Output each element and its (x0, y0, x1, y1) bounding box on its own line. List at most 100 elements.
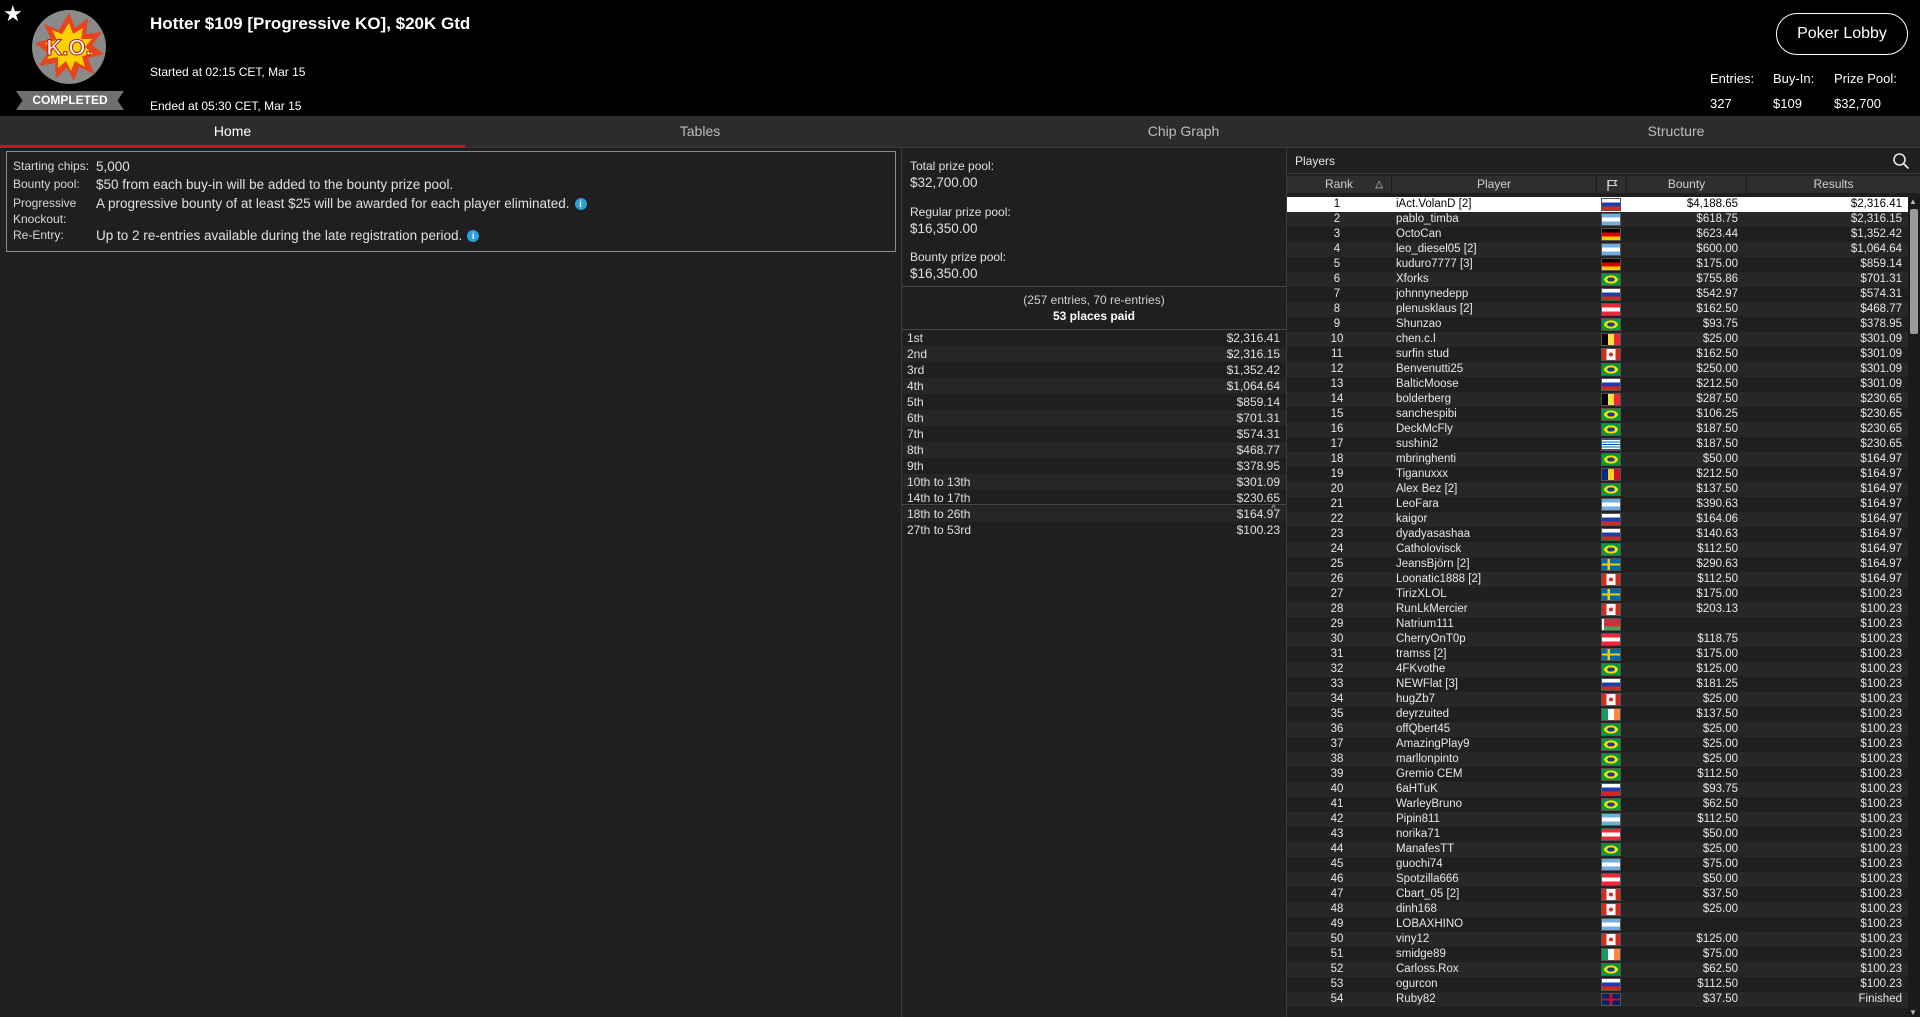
player-row[interactable]: 44 ManafesTT $25.00 $100.23 (1287, 842, 1908, 857)
player-row[interactable]: 35 deyrzuited $137.50 $100.23 (1287, 707, 1908, 722)
player-row[interactable]: 40 6aHTuK $93.75 $100.23 (1287, 782, 1908, 797)
favorite-star-icon[interactable]: ★ (3, 2, 23, 26)
player-row[interactable]: 2 pablo_timba $618.75 $2,316.15 (1287, 212, 1908, 227)
player-row[interactable]: 27 TirizXLOL $175.00 $100.23 (1287, 587, 1908, 602)
player-row[interactable]: 31 tramss [2] $175.00 $100.23 (1287, 647, 1908, 662)
player-row[interactable]: 29 Natrium111 $100.23 (1287, 617, 1908, 632)
player-row[interactable]: 12 Benvenutti25 $250.00 $301.09 (1287, 362, 1908, 377)
player-row[interactable]: 30 CherryOnT0p $118.75 $100.23 (1287, 632, 1908, 647)
player-row[interactable]: 52 Carloss.Rox $62.50 $100.23 (1287, 962, 1908, 977)
col-results[interactable]: Results (1747, 176, 1920, 193)
player-row[interactable]: 3 OctoCan $623.44 $1,352.42 (1287, 227, 1908, 242)
tab-home[interactable]: Home (0, 116, 465, 148)
player-row[interactable]: 41 WarleyBruno $62.50 $100.23 (1287, 797, 1908, 812)
player-row[interactable]: 6 Xforks $755.86 $701.31 (1287, 272, 1908, 287)
tab-chip-graph[interactable]: Chip Graph (935, 116, 1432, 148)
prize-pool-panel: Total prize pool: $32,700.00 Regular pri… (901, 148, 1287, 1017)
reentry-info-icon[interactable]: i (467, 230, 480, 242)
player-row[interactable]: 14 bolderberg $287.50 $230.65 (1287, 392, 1908, 407)
player-bounty: $212.50 (1696, 378, 1738, 390)
payout-row: 9th $378.95 (902, 458, 1286, 474)
player-rank: 37 (1330, 738, 1344, 750)
scroll-up-icon[interactable]: ▲ (1909, 197, 1917, 206)
country-flag-icon (1601, 393, 1621, 406)
search-icon[interactable] (1892, 152, 1910, 170)
col-player[interactable]: Player (1392, 176, 1597, 193)
payout-footer: ^ (902, 504, 1286, 515)
payout-place: 9th (907, 459, 924, 473)
player-row[interactable]: 21 LeoFara $390.63 $164.97 (1287, 497, 1908, 512)
player-row[interactable]: 16 DeckMcFly $187.50 $230.65 (1287, 422, 1908, 437)
player-row[interactable]: 28 RunLkMercier $203.13 $100.23 (1287, 602, 1908, 617)
player-row[interactable]: 46 Spotzilla666 $50.00 $100.23 (1287, 872, 1908, 887)
player-row[interactable]: 43 norika71 $50.00 $100.23 (1287, 827, 1908, 842)
payout-place: 5th (907, 395, 924, 409)
player-row[interactable]: 24 Catholovisck $112.50 $164.97 (1287, 542, 1908, 557)
player-bounty: $203.13 (1696, 603, 1738, 615)
player-row[interactable]: 42 Pipin811 $112.50 $100.23 (1287, 812, 1908, 827)
player-row[interactable]: 25 JeansBjörn [2] $290.63 $164.97 (1287, 557, 1908, 572)
player-row[interactable]: 50 viny12 $125.00 $100.23 (1287, 932, 1908, 947)
player-row[interactable]: 34 hugZb7 $25.00 $100.23 (1287, 692, 1908, 707)
tab-structure[interactable]: Structure (1432, 116, 1920, 148)
player-row[interactable]: 4 leo_diesel05 [2] $600.00 $1,064.64 (1287, 242, 1908, 257)
player-row[interactable]: 11 surfin stud $162.50 $301.09 (1287, 347, 1908, 362)
player-row[interactable]: 49 LOBAXHINO $100.23 (1287, 917, 1908, 932)
player-row[interactable]: 10 chen.c.l $25.00 $301.09 (1287, 332, 1908, 347)
scroll-thumb[interactable] (1910, 209, 1918, 334)
payout-amount: $2,316.15 (1226, 347, 1280, 361)
poker-lobby-button[interactable]: Poker Lobby (1776, 13, 1908, 55)
player-row[interactable]: 15 sanchespibi $106.25 $230.65 (1287, 407, 1908, 422)
player-row[interactable]: 20 Alex Bez [2] $137.50 $164.97 (1287, 482, 1908, 497)
player-row[interactable]: 54 Ruby82 $37.50 Finished (1287, 992, 1908, 1007)
player-row[interactable]: 36 offQbert45 $25.00 $100.23 (1287, 722, 1908, 737)
col-bounty[interactable]: Bounty (1627, 176, 1747, 193)
player-row[interactable]: 37 AmazingPlay9 $25.00 $100.23 (1287, 737, 1908, 752)
player-name: offQbert45 (1396, 723, 1451, 735)
player-row[interactable]: 22 kaigor $164.06 $164.97 (1287, 512, 1908, 527)
player-rank: 24 (1330, 543, 1344, 555)
player-name: dinh168 (1396, 903, 1437, 915)
player-row[interactable]: 53 ogurcon $112.50 $100.23 (1287, 977, 1908, 992)
player-row[interactable]: 9 Shunzao $93.75 $378.95 (1287, 317, 1908, 332)
player-rank: 54 (1330, 993, 1344, 1005)
player-bounty: $37.50 (1702, 993, 1738, 1005)
player-row[interactable]: 48 dinh168 $25.00 $100.23 (1287, 902, 1908, 917)
country-flag-icon (1601, 753, 1621, 766)
buyin-value: $109 (1773, 96, 1802, 111)
player-row[interactable]: 17 sushini2 $187.50 $230.65 (1287, 437, 1908, 452)
player-row[interactable]: 1 iAct.VolanD [2] $4,188.65 $2,316.41 (1287, 197, 1908, 212)
player-row[interactable]: 13 BalticMoose $212.50 $301.09 (1287, 377, 1908, 392)
player-bounty: $50.00 (1702, 453, 1738, 465)
player-row[interactable]: 23 dyadyasashaa $140.63 $164.97 (1287, 527, 1908, 542)
player-row[interactable]: 47 Cbart_05 [2] $37.50 $100.23 (1287, 887, 1908, 902)
country-flag-icon (1601, 603, 1621, 616)
scroll-down-icon[interactable]: ▼ (1909, 1008, 1917, 1017)
player-row[interactable]: 18 mbringhenti $50.00 $164.97 (1287, 452, 1908, 467)
pko-info-icon[interactable]: i (574, 198, 587, 210)
player-row[interactable]: 7 johnnynedepp $542.97 $574.31 (1287, 287, 1908, 302)
player-row[interactable]: 19 Tiganuxxx $212.50 $164.97 (1287, 467, 1908, 482)
player-row[interactable]: 32 4FKvothe $125.00 $100.23 (1287, 662, 1908, 677)
player-result: $100.23 (1860, 978, 1902, 990)
col-flag[interactable] (1597, 176, 1627, 193)
total-prize-label: Total prize pool: (910, 159, 995, 173)
payout-place: 7th (907, 427, 924, 441)
player-rank: 49 (1330, 918, 1344, 930)
col-rank[interactable]: Rank △ (1287, 176, 1392, 193)
player-row[interactable]: 39 Gremio CEM $112.50 $100.23 (1287, 767, 1908, 782)
player-row[interactable]: 33 NEWFlat [3] $181.25 $100.23 (1287, 677, 1908, 692)
collapse-chevron-icon[interactable]: ^ (1271, 504, 1276, 515)
player-row[interactable]: 51 smidge89 $75.00 $100.23 (1287, 947, 1908, 962)
player-row[interactable]: 38 marllonpinto $25.00 $100.23 (1287, 752, 1908, 767)
player-result: $100.23 (1860, 858, 1902, 870)
player-row[interactable]: 45 guochi74 $75.00 $100.23 (1287, 857, 1908, 872)
player-row[interactable]: 5 kuduro7777 [3] $175.00 $859.14 (1287, 257, 1908, 272)
players-scrollbar[interactable]: ▲ ▼ (1908, 197, 1920, 1017)
player-bounty: $25.00 (1702, 333, 1738, 345)
player-rank: 36 (1330, 723, 1344, 735)
player-result: $301.09 (1860, 378, 1902, 390)
tab-tables[interactable]: Tables (465, 116, 935, 148)
player-row[interactable]: 26 Loonatic1888 [2] $112.50 $164.97 (1287, 572, 1908, 587)
player-row[interactable]: 8 plenusklaus [2] $162.50 $468.77 (1287, 302, 1908, 317)
